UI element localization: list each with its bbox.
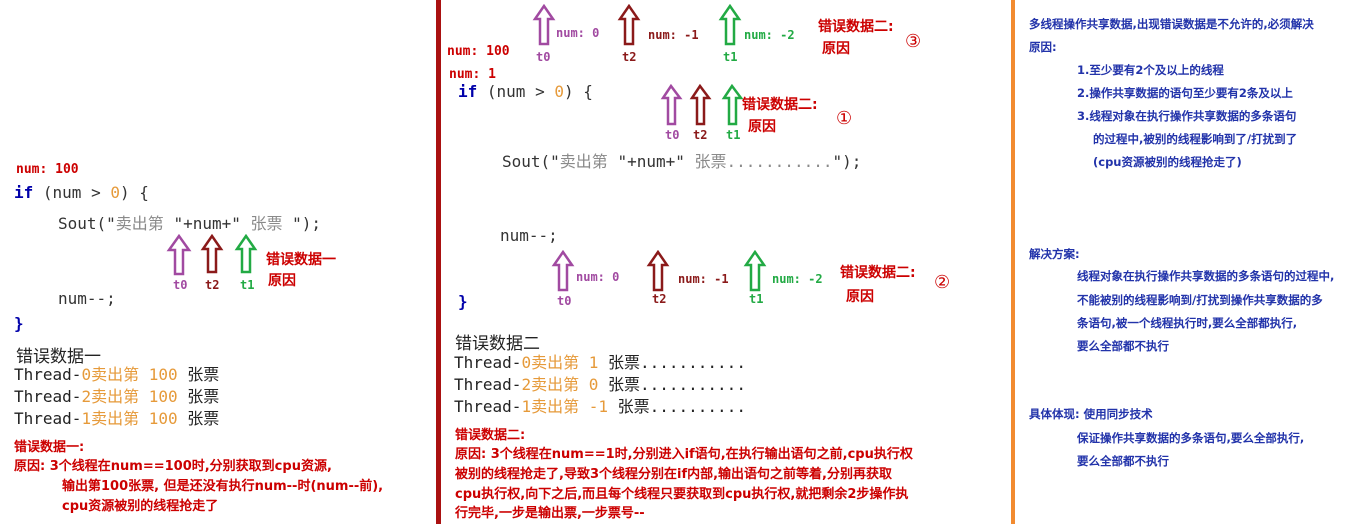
right-intro-2: 原因: bbox=[1029, 40, 1057, 54]
right-solution-2: 条语句,被一个线程执行时,要么全部都执行, bbox=[1077, 316, 1298, 330]
right-intro-1: 多线程操作共享数据,出现错误数据是不允许的,必须解决 bbox=[1029, 17, 1314, 31]
right-reason-4: (cpu资源被别的线程抢走了) bbox=[1093, 155, 1242, 169]
mid-reason-line-0: 原因: 3个线程在num==1时,分别进入if语句,在执行输出语句之前,cpu执… bbox=[455, 447, 913, 462]
sout-mid: "+num+" bbox=[173, 214, 241, 233]
mid2-err: 错误数据二: bbox=[840, 265, 916, 281]
left-decrement: num--; bbox=[58, 289, 116, 308]
arrow-t1-icon bbox=[721, 84, 744, 126]
mid1-err: 错误数据二: bbox=[742, 97, 818, 113]
mid-close-brace: } bbox=[458, 292, 468, 311]
divider-right bbox=[1011, 0, 1015, 524]
sout-end: "); bbox=[292, 214, 322, 233]
left-label-t2: t2 bbox=[205, 278, 220, 292]
mid-result-title: 错误数据二 bbox=[455, 334, 540, 354]
left-sout-line: Sout("卖出第 "+num+" 张票 "); bbox=[58, 210, 321, 234]
left-num-label: num: 100 bbox=[16, 162, 79, 177]
right-reason-3: 的过程中,被别的线程影响到了/打扰到了 bbox=[1093, 132, 1298, 146]
arrow-t0-icon bbox=[532, 4, 556, 46]
mid-result-row-1: Thread-2卖出第 0 张票........... bbox=[454, 375, 746, 394]
mid-results: Thread-0卖出第 1 张票........... Thread-2卖出第 … bbox=[454, 352, 746, 418]
mid-if-line: if (num > 0) { bbox=[458, 82, 593, 101]
mid2-num-m2: num: -2 bbox=[772, 272, 823, 286]
right-reason-1: 2.操作共享数据的语句至少要有2条及以上 bbox=[1077, 86, 1293, 100]
left-close-brace: } bbox=[14, 314, 24, 333]
mid1-t1: t1 bbox=[726, 128, 741, 142]
arrow-t1-icon bbox=[234, 234, 258, 274]
left-results: Thread-0卖出第 100 张票 Thread-2卖出第 100 张票 Th… bbox=[14, 364, 219, 430]
mid2-num-m1: num: -1 bbox=[678, 272, 729, 286]
mid-sout-line: Sout("卖出第 "+num+" 张票..........."); bbox=[502, 152, 862, 171]
circle-2: ② bbox=[934, 272, 951, 293]
mid1-t0: t0 bbox=[665, 128, 680, 142]
arrow-t0-icon bbox=[166, 234, 192, 276]
left-label-t1: t1 bbox=[240, 278, 255, 292]
if-cond: (num > bbox=[33, 183, 111, 202]
mid-reason-line-1: 被别的线程抢走了,导致3个线程分别在if内部,输出语句之前等着,分别再获取 bbox=[455, 467, 892, 482]
mid-top-num-m2: num: -2 bbox=[744, 28, 795, 42]
sout-cn: 卖出第 bbox=[115, 214, 174, 233]
mid-result-row-2: Thread-1卖出第 -1 张票.......... bbox=[454, 397, 746, 416]
arrow-t2-icon bbox=[200, 234, 224, 274]
left-reason-title: 错误数据一: bbox=[14, 440, 85, 455]
sout-cn2: 张票 bbox=[240, 214, 293, 233]
left-reason-line-1: 输出第100张票, 但是还没有执行num--时(num--前), bbox=[62, 479, 384, 494]
left-result-row-0: Thread-0卖出第 100 张票 bbox=[14, 365, 220, 384]
left-result-row-1: Thread-2卖出第 100 张票 bbox=[14, 387, 220, 406]
mid1-t2: t2 bbox=[693, 128, 708, 142]
right-impl-title: 具体体现: 使用同步技术 bbox=[1029, 407, 1153, 421]
arrow-t2-icon bbox=[689, 84, 712, 126]
mid-decrement: num--; bbox=[500, 226, 558, 245]
arrow-t0-icon bbox=[551, 250, 575, 292]
mid-top-num0: num: 0 bbox=[556, 26, 600, 40]
circle-3: ③ bbox=[905, 31, 922, 52]
left-reason-line-0: 原因: 3个线程在num==100时,分别获取到cpu资源, bbox=[14, 459, 332, 474]
left-if-line: if (num > 0) { bbox=[14, 183, 149, 202]
right-reason-0: 1.至少要有2个及以上的线程 bbox=[1077, 63, 1224, 77]
right-reason-2: 3.线程对象在执行操作共享数据的多条语句 bbox=[1077, 109, 1297, 123]
mid1-reason: 原因 bbox=[748, 119, 776, 135]
left-err-label: 错误数据一 bbox=[266, 252, 336, 268]
if-keyword: if bbox=[14, 183, 34, 202]
right-impl-1: 要么全部都不执行 bbox=[1077, 454, 1169, 468]
right-impl-0: 保证操作共享数据的多条语句,要么全部执行, bbox=[1077, 431, 1305, 445]
arrow-t2-icon bbox=[617, 4, 641, 46]
mid-top-t1: t1 bbox=[723, 50, 738, 64]
mid-top-t0: t0 bbox=[536, 50, 551, 64]
mid2-reason: 原因 bbox=[846, 289, 874, 305]
mid-reason-line-2: cpu执行权,向下之后,而且每个线程只要获取到cpu执行权,就把剩余2步操作执 bbox=[455, 487, 909, 502]
mid2-t0: t0 bbox=[557, 294, 572, 308]
arrow-t0-icon bbox=[660, 84, 683, 126]
mid-reason-title: 错误数据二: bbox=[455, 428, 526, 443]
mid-arrows-1 bbox=[660, 84, 744, 126]
right-solution-3: 要么全部都不执行 bbox=[1077, 339, 1169, 353]
circle-1: ① bbox=[836, 108, 853, 129]
right-solution-title: 解决方案: bbox=[1029, 247, 1080, 261]
right-solution-1: 不能被别的线程影响到/打扰到操作共享数据的多 bbox=[1077, 293, 1323, 307]
mid2-t1: t1 bbox=[749, 292, 764, 306]
arrow-t1-icon bbox=[718, 4, 742, 46]
sout-prefix: Sout(" bbox=[58, 214, 116, 233]
mid-num100: num: 100 bbox=[447, 44, 510, 59]
mid-reason-line-3: 行完毕,一步是输出票,一步票号-- bbox=[455, 506, 645, 521]
mid-top-err: 错误数据二: bbox=[818, 19, 894, 35]
divider-left bbox=[436, 0, 441, 524]
if-zero: 0 bbox=[110, 183, 120, 202]
mid-top-reason: 原因 bbox=[822, 41, 850, 57]
left-err-reason: 原因 bbox=[268, 273, 296, 289]
left-arrows bbox=[166, 234, 258, 276]
mid2-t2: t2 bbox=[652, 292, 667, 306]
mid2-num0: num: 0 bbox=[576, 270, 620, 284]
mid-result-row-0: Thread-0卖出第 1 张票........... bbox=[454, 353, 746, 372]
mid-num1: num: 1 bbox=[449, 67, 496, 82]
left-result-row-2: Thread-1卖出第 100 张票 bbox=[14, 409, 220, 428]
left-reason-line-2: cpu资源被别的线程抢走了 bbox=[62, 499, 219, 514]
mid-top-t2: t2 bbox=[622, 50, 637, 64]
left-label-t0: t0 bbox=[173, 278, 188, 292]
mid-top-num-m1: num: -1 bbox=[648, 28, 699, 42]
if-end: ) { bbox=[119, 183, 149, 202]
right-solution-0: 线程对象在执行操作共享数据的多条语句的过程中, bbox=[1077, 269, 1335, 283]
arrow-t2-icon bbox=[646, 250, 670, 292]
arrow-t1-icon bbox=[743, 250, 767, 292]
